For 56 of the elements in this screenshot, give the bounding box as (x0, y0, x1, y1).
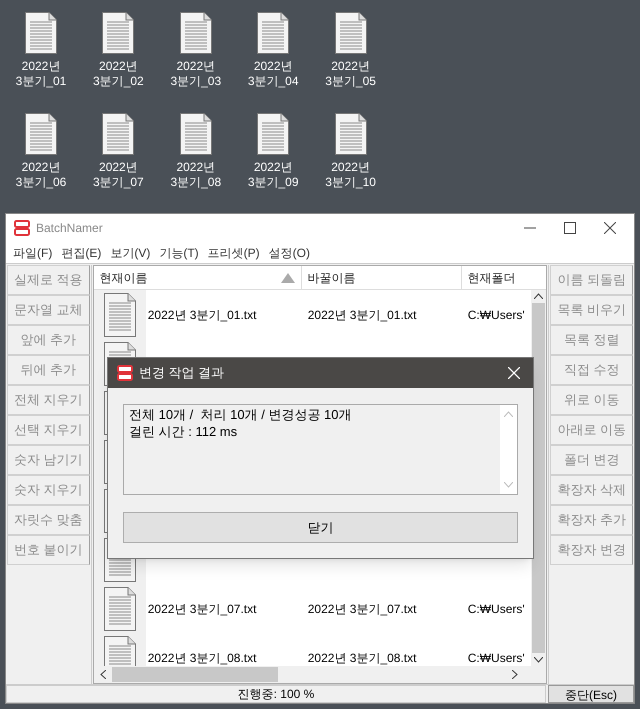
horizontal-scrollbar[interactable] (94, 666, 546, 683)
file-label[interactable]: 2022년 3분기_06 (16, 160, 66, 190)
file-icon (102, 113, 134, 155)
maximize-icon[interactable] (564, 222, 576, 234)
menu-item[interactable]: 설정(O) (268, 244, 310, 262)
file-icon (334, 12, 367, 54)
table-cell-text: 2022년 3분기_07.txt (146, 600, 258, 618)
app-logo-icon (117, 365, 133, 381)
result-line: 걸린 시간 : 112 ms (129, 423, 238, 440)
document-icon (104, 292, 136, 336)
result-line: 전체 10개 / 처리 10개 / 변경성공 10개 (129, 406, 352, 423)
close-icon[interactable] (604, 222, 616, 234)
file-label[interactable]: 2022년 3분기_04 (248, 59, 299, 89)
menu-item[interactable]: 보기(V) (110, 244, 150, 262)
table-cell-text: 2022년 3분기_01.txt (146, 306, 258, 324)
file-label[interactable]: 2022년 3분기_02 (93, 59, 144, 89)
menu-item[interactable]: 프리셋(P) (208, 244, 260, 262)
scroll-down-icon[interactable] (534, 657, 544, 663)
table-cell-text: 2022년 3분기_08.txt (146, 650, 258, 666)
table-cell-text: 2022년 3분기_07.txt (306, 600, 418, 618)
menu-item[interactable]: 파일(F) (13, 244, 52, 262)
table-cell-text: 2022년 3분기_01.txt (306, 306, 418, 324)
file-label[interactable]: 2022년 3분기_09 (248, 160, 299, 190)
file-icon (25, 12, 57, 54)
file-icon (334, 113, 367, 155)
column-header[interactable]: 현재폴더 (468, 268, 516, 286)
menu-item[interactable]: 기능(T) (159, 244, 199, 262)
column-header[interactable]: 현재이름 (100, 268, 148, 286)
progress-text: 진행중: 100 % (238, 686, 314, 703)
column-header[interactable]: 바꿀이름 (308, 268, 356, 286)
file-icon (180, 12, 212, 54)
file-label[interactable]: 2022년 3분기_10 (325, 160, 376, 190)
file-icon (25, 113, 57, 155)
window-title: BatchNamer (36, 220, 103, 237)
file-icon (102, 12, 134, 54)
file-icon (180, 113, 212, 155)
dialog-title: 변경 작업 결과 (139, 364, 224, 382)
file-label[interactable]: 2022년 3분기_07 (93, 160, 144, 190)
menu-item[interactable]: 편집(E) (61, 244, 102, 262)
scroll-right-icon[interactable] (512, 670, 518, 679)
close-button[interactable]: 닫기 (123, 512, 518, 543)
table-cell-text: C:₩Users' (466, 600, 525, 618)
file-icon (257, 12, 290, 54)
table-cell-text: 2022년 3분기_08.txt (306, 650, 418, 666)
scroll-left-icon[interactable] (100, 670, 106, 679)
document-icon (104, 586, 136, 630)
file-label[interactable]: 2022년 3분기_01 (16, 59, 66, 89)
table-cell-text: C:₩Users' (466, 650, 525, 666)
stop-button[interactable]: 중단(Esc) (548, 685, 634, 703)
file-label[interactable]: 2022년 3분기_08 (170, 160, 222, 190)
file-label[interactable]: 2022년 3분기_03 (170, 59, 222, 89)
file-icon (257, 113, 290, 155)
file-label[interactable]: 2022년 3분기_05 (325, 59, 376, 89)
app-logo-icon (14, 220, 30, 236)
scroll-up-icon[interactable] (534, 293, 544, 299)
table-cell-text: C:₩Users' (466, 306, 525, 324)
